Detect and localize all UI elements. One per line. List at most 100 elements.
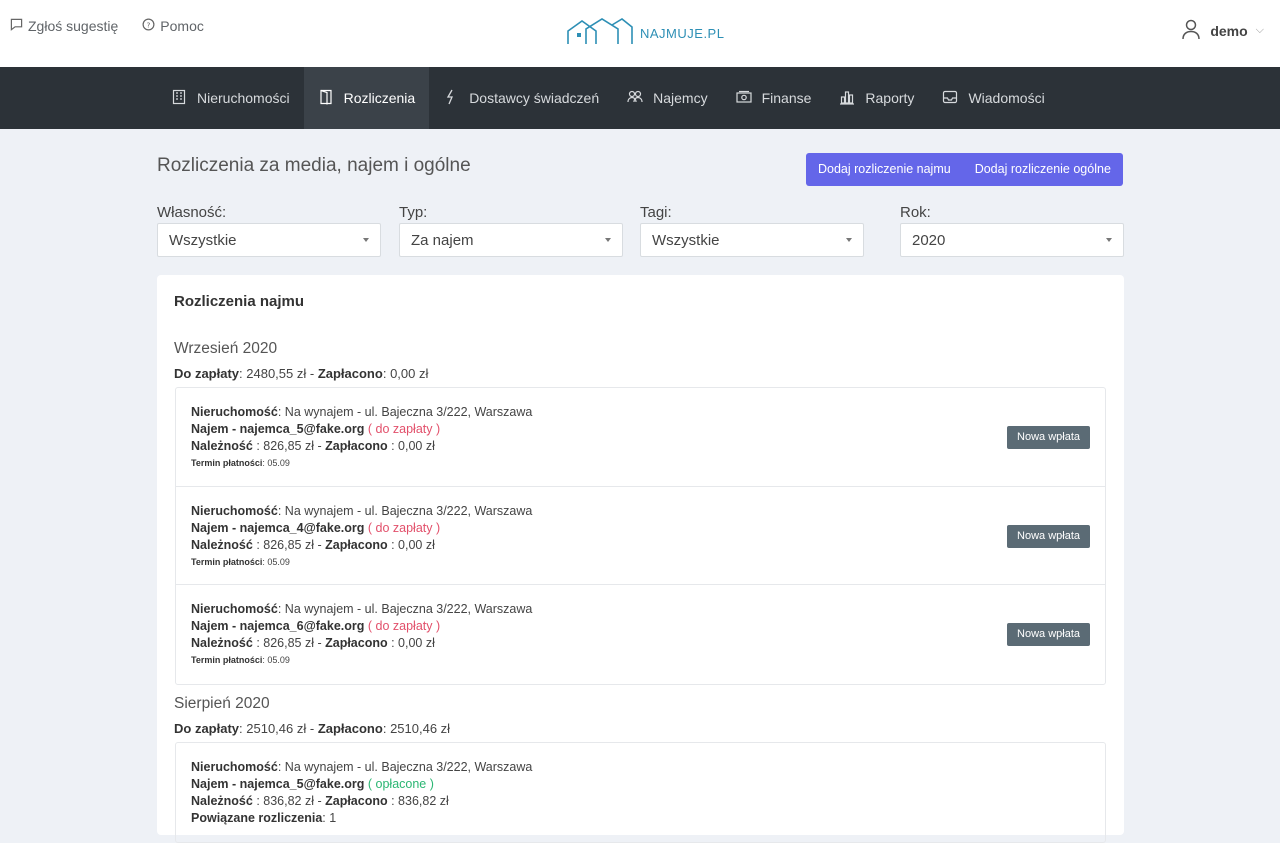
month-summary: Do zapłaty: 2480,55 zł - Zapłacono: 0,00… [174, 366, 429, 381]
chevron-down-icon: ⌵ [1255, 24, 1264, 36]
to-pay-value: 2510,46 zł [246, 721, 307, 736]
month-heading: Sierpień 2020 [174, 695, 270, 712]
tags-select[interactable]: Wszystkie [640, 223, 864, 257]
topbar-links: Zgłoś sugestię ? Pomoc [10, 18, 204, 34]
filter-label: Własność: [157, 204, 227, 221]
add-rent-settlement-button[interactable]: Dodaj rozliczenie najmu [806, 153, 963, 186]
select-value: 2020 [912, 231, 946, 249]
month-heading: Wrzesień 2020 [174, 340, 278, 357]
deadline-value: 05.09 [267, 655, 290, 665]
status-badge: do zapłaty [375, 619, 433, 633]
property-value: Na wynajem - ul. Bajeczna 3/222, Warszaw… [284, 405, 533, 419]
nav-label: Dostawcy świadczeń [469, 90, 600, 106]
nav-item-rozliczenia[interactable]: Rozliczenia [303, 67, 430, 129]
nav-item-finanse[interactable]: Finanse [722, 67, 826, 129]
property-value: Na wynajem - ul. Bajeczna 3/222, Warszaw… [284, 602, 533, 616]
nav-item-nieruchomosci[interactable]: Nieruchomości [157, 67, 304, 129]
nav-label: Rozliczenia [343, 90, 416, 106]
logo[interactable]: NAJMUJE.PL [566, 16, 724, 51]
ownership-select[interactable]: Wszystkie [157, 223, 381, 257]
rent-prefix: Najem - [191, 422, 240, 436]
tenant-email: najemca_5@fake.org [239, 422, 365, 436]
page-title: Rozliczenia za media, najem i ogólne [157, 155, 471, 176]
due-label: Należność [191, 537, 253, 552]
new-payment-button[interactable]: Nowa wpłata [1007, 623, 1090, 646]
door-icon [318, 89, 334, 108]
users-icon [627, 89, 643, 108]
property-label: Nieruchomość [191, 760, 278, 774]
nav-item-raporty[interactable]: Raporty [825, 67, 928, 129]
tenant-email: najemca_4@fake.org [239, 520, 365, 535]
chart-icon [839, 89, 855, 108]
nav-label: Finanse [761, 90, 812, 106]
new-payment-button[interactable]: Nowa wpłata [1007, 524, 1090, 548]
filter-tags: Tagi: Wszystkie [640, 204, 864, 257]
related-value: 1 [329, 811, 337, 825]
property-label: Nieruchomość [191, 405, 278, 419]
user-icon [1180, 18, 1202, 43]
help-link[interactable]: ? Pomoc [142, 18, 204, 34]
property-label: Nieruchomość [191, 503, 278, 518]
nav-item-wiadomosci[interactable]: Wiadomości [928, 67, 1058, 129]
top-bar: Zgłoś sugestię ? Pomoc NAJMUJE.PL demo ⌵ [0, 0, 1280, 67]
svg-text:?: ? [147, 20, 151, 29]
new-payment-button[interactable]: Nowa wpłata [1007, 426, 1090, 449]
settlement-item: Nieruchomość: Na wynajem - ul. Bajeczna … [191, 760, 533, 825]
deadline-value: 05.09 [267, 458, 290, 468]
filter-label: Tagi: [640, 204, 672, 221]
suggest-link[interactable]: Zgłoś sugestię [10, 18, 118, 34]
filter-ownership: Własność: Wszystkie [157, 204, 381, 257]
settlement-list: Nieruchomość: Na wynajem - ul. Bajeczna … [175, 742, 1106, 843]
paid-label: Zapłacono [325, 794, 388, 808]
status-badge: do zapłaty [375, 422, 433, 436]
paid-value: 0,00 zł [390, 366, 429, 381]
settlement-list: Nieruchomość: Na wynajem - ul. Bajeczna … [175, 387, 1106, 685]
due-value: 836,82 zł [263, 794, 314, 808]
paid-label: Zapłacono [317, 366, 383, 381]
due-label: Należność [191, 439, 253, 453]
paid-label: Zapłacono [317, 721, 383, 736]
paid-value: 0,00 zł [398, 439, 435, 453]
inbox-icon [942, 89, 958, 108]
property-label: Nieruchomość [191, 602, 278, 616]
deadline-label: Termin płatności [191, 556, 263, 567]
to-pay-value: 2480,55 zł [246, 366, 307, 381]
paid-label: Zapłacono [325, 439, 388, 453]
property-value: Na wynajem - ul. Bajeczna 3/222, Warszaw… [284, 503, 533, 518]
nav-item-dostawcy[interactable]: Dostawcy świadczeń [429, 67, 613, 129]
tenant-email: najemca_5@fake.org [239, 777, 365, 791]
help-label: Pomoc [160, 18, 204, 34]
caret-down-icon [605, 238, 611, 242]
status-badge: do zapłaty [375, 520, 433, 535]
paid-value: 0,00 zł [398, 537, 435, 552]
to-pay-label: Do zapłaty [174, 721, 240, 736]
paid-value: 836,82 zł [398, 794, 449, 808]
help-icon: ? [142, 18, 155, 34]
due-label: Należność [191, 794, 253, 808]
caret-down-icon [846, 238, 852, 242]
rent-settlements-card: Rozliczenia najmu Wrzesień 2020 Do zapła… [157, 275, 1124, 843]
nav-item-najemcy[interactable]: Najemcy [613, 67, 721, 129]
to-pay-label: Do zapłaty [174, 366, 240, 381]
status-badge: opłacone [375, 777, 427, 791]
user-menu[interactable]: demo ⌵ [1180, 18, 1264, 43]
rent-prefix: Najem - [191, 520, 240, 535]
paid-value: 2510,46 zł [390, 721, 451, 736]
add-general-settlement-button[interactable]: Dodaj rozliczenie ogólne [963, 153, 1123, 186]
settlement-item: Nieruchomość: Na wynajem - ul. Bajeczna … [176, 388, 1105, 487]
due-value: 826,85 zł [263, 537, 314, 552]
tenant-email: najemca_6@fake.org [239, 619, 365, 633]
due-value: 826,85 zł [263, 636, 314, 650]
bolt-icon [443, 89, 459, 108]
nav-label: Raporty [865, 90, 915, 106]
type-select[interactable]: Za najem [399, 223, 623, 257]
add-buttons-group: Dodaj rozliczenie najmu Dodaj rozliczeni… [806, 153, 1123, 186]
nav-label: Wiadomości [968, 90, 1045, 106]
building-icon [171, 89, 187, 108]
nav-label: Najemcy [653, 90, 708, 106]
select-value: Wszystkie [169, 231, 237, 249]
year-select[interactable]: 2020 [900, 223, 1124, 257]
suggest-label: Zgłoś sugestię [28, 18, 119, 34]
property-value: Na wynajem - ul. Bajeczna 3/222, Warszaw… [284, 760, 533, 774]
select-value: Za najem [411, 231, 474, 249]
